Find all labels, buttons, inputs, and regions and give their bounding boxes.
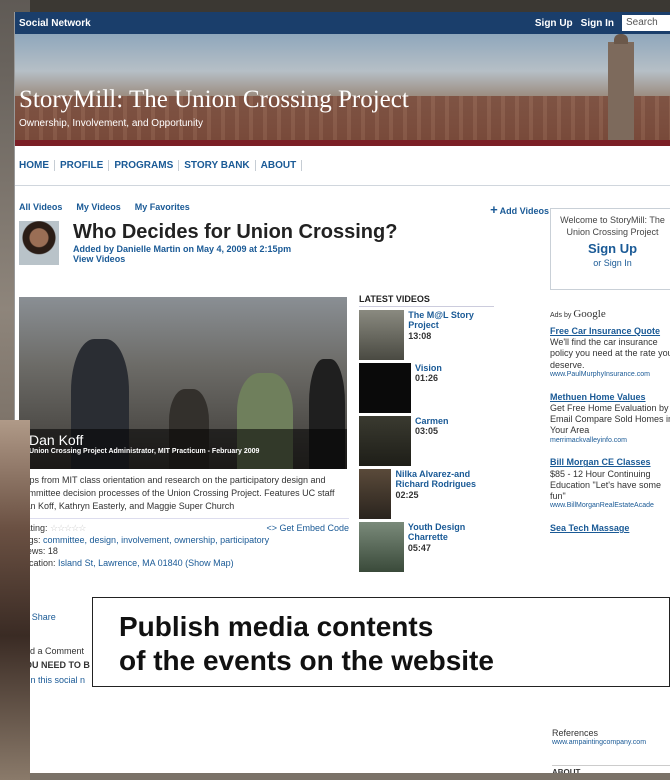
nav-profile[interactable]: PROFILE — [55, 160, 110, 171]
top-bar: Social Network Sign Up Sign In Search — [15, 12, 670, 34]
ad-text: $85 - 12 Hour Continuing Education "Let'… — [550, 468, 661, 502]
video-thumbnail[interactable] — [359, 310, 405, 360]
nav-story-bank[interactable]: STORY BANK — [179, 160, 256, 171]
ads-section: Ads by Google Free Car Insurance Quote W… — [550, 308, 670, 534]
show-map-link[interactable]: (Show Map) — [185, 558, 234, 568]
ad-headline[interactable]: Methuen Home Values — [550, 392, 670, 403]
latest-video-title[interactable]: Carmen — [415, 416, 449, 426]
latest-videos: LATEST VIDEOS The M@L Story Project 13:08… — [359, 294, 494, 575]
ad-tail-text: References — [552, 728, 599, 738]
sidebar-signup-link[interactable]: Sign Up — [551, 241, 670, 258]
video-thumbnail[interactable] — [359, 522, 404, 572]
video-subnav: All Videos My Videos My Favorites + Add V… — [19, 202, 549, 217]
video-caption: Dan Koff Union Crossing Project Administ… — [19, 429, 347, 469]
right-sidebar: Welcome to StoryMill: The Union Crossing… — [550, 202, 670, 546]
ad-item[interactable]: Free Car Insurance Quote We'll find the … — [550, 326, 670, 380]
share-label: Share — [31, 612, 56, 622]
my-favorites-link[interactable]: My Favorites — [135, 202, 190, 217]
network-label: Social Network — [19, 17, 91, 29]
latest-video-duration: 03:05 — [415, 426, 439, 437]
site-tagline: Ownership, Involvement, and Opportunity — [19, 118, 203, 129]
list-item[interactable]: The M@L Story Project 13:08 — [359, 310, 494, 362]
add-videos-label: Add Videos — [499, 206, 549, 216]
welcome-text: Welcome to StoryMill: The Union Crossing… — [560, 215, 665, 237]
latest-video-title[interactable]: Vision — [415, 363, 442, 373]
site-banner: StoryMill: The Union Crossing Project Ow… — [15, 34, 670, 146]
callout-line-2: of the events on the website — [119, 644, 494, 676]
ad-text: Get Free Home Evaluation by Email Compar… — [550, 402, 670, 436]
topbar-signup-link[interactable]: Sign Up — [535, 18, 573, 29]
main-nav: HOME PROFILE PROGRAMS STORY BANK ABOUT — [15, 146, 670, 186]
search-input[interactable]: Search — [622, 15, 670, 31]
video-thumbnail[interactable] — [359, 469, 392, 519]
latest-videos-heading: LATEST VIDEOS — [359, 294, 494, 307]
ad-text: We'll find the car insurance policy you … — [550, 337, 670, 370]
caption-name: Dan Koff — [29, 432, 84, 448]
ad-headline[interactable]: Sea Tech Massage — [550, 523, 670, 534]
ad-item[interactable]: Sea Tech Massage — [550, 523, 670, 534]
plus-icon: + — [490, 202, 498, 217]
rating-stars-icon[interactable]: ☆☆☆☆☆ — [50, 523, 86, 533]
avatar[interactable] — [19, 221, 59, 265]
ad-headline[interactable]: Bill Morgan CE Classes — [550, 457, 670, 468]
sidebar-signin-link[interactable]: or Sign In — [551, 258, 670, 270]
topbar-signin-link[interactable]: Sign In — [581, 18, 614, 29]
ad-tail: References www.ampaintingcompany.com — [552, 728, 646, 748]
welcome-box: Welcome to StoryMill: The Union Crossing… — [550, 208, 670, 290]
list-item[interactable]: Nilka Alvarez-and Richard Rodrigues 02:25 — [359, 469, 494, 521]
add-videos-link[interactable]: + Add Videos — [490, 202, 549, 217]
ad-headline[interactable]: Free Car Insurance Quote — [550, 326, 670, 337]
latest-video-title[interactable]: The M@L Story Project — [408, 310, 494, 331]
ad-url[interactable]: www.PaulMurphyInsurance.com — [550, 371, 670, 380]
nav-programs[interactable]: PROGRAMS — [109, 160, 180, 171]
video-header: Who Decides for Union Crossing? Added by… — [19, 221, 549, 265]
list-item[interactable]: Vision 01:26 — [359, 363, 494, 415]
latest-video-duration: 02:25 — [395, 489, 419, 500]
view-videos-link[interactable]: View Videos — [73, 254, 397, 264]
latest-video-title[interactable]: Youth Design Charrette — [408, 522, 494, 543]
nav-home[interactable]: HOME — [19, 160, 55, 171]
video-player[interactable]: Dan Koff Union Crossing Project Administ… — [19, 297, 347, 469]
callout-line-1: Publish media contents — [119, 611, 434, 642]
main-content: All Videos My Videos My Favorites + Add V… — [19, 202, 549, 685]
ad-url[interactable]: www.BillMorganRealEstateAcade — [550, 502, 670, 511]
ad-url[interactable]: merrimackvalleyinfo.com — [550, 437, 670, 446]
caption-role: Union Crossing Project Administrator, MI… — [29, 448, 260, 455]
event-photo — [0, 420, 30, 780]
nav-about[interactable]: ABOUT — [256, 160, 303, 171]
all-videos-link[interactable]: All Videos — [19, 202, 62, 217]
my-videos-link[interactable]: My Videos — [76, 202, 120, 217]
list-item[interactable]: Youth Design Charrette 05:47 — [359, 522, 494, 574]
sidebar-about-heading: ABOUT — [552, 765, 670, 773]
ad-item[interactable]: Methuen Home Values Get Free Home Evalua… — [550, 392, 670, 446]
video-thumbnail[interactable] — [359, 363, 411, 413]
video-title: Who Decides for Union Crossing? — [73, 221, 398, 243]
ads-by-google[interactable]: Ads by Google — [550, 308, 670, 322]
latest-video-duration: 05:47 — [407, 542, 431, 553]
latest-video-duration: 01:26 — [415, 373, 439, 384]
views-count: Views: 18 — [19, 546, 58, 557]
latest-video-duration: 13:08 — [408, 330, 432, 341]
clock-tower-image — [608, 34, 634, 140]
ads-by-label: Ads by — [550, 312, 572, 319]
latest-video-title[interactable]: Nilka Alvarez-and Richard Rodrigues — [395, 469, 494, 490]
list-item[interactable]: Carmen 03:05 — [359, 416, 494, 468]
ad-item[interactable]: Bill Morgan CE Classes $85 - 12 Hour Con… — [550, 457, 670, 511]
tag-links[interactable]: committee, design, involvement, ownershi… — [43, 535, 269, 545]
added-by-text[interactable]: Added by Danielle Martin on May 4, 2009 … — [73, 244, 397, 254]
google-logo: Google — [573, 308, 606, 320]
location-link[interactable]: Island St, Lawrence, MA 01840 — [58, 558, 183, 568]
ad-tail-url[interactable]: www.ampaintingcompany.com — [552, 739, 646, 748]
video-thumbnail[interactable] — [359, 416, 411, 466]
get-embed-code-link[interactable]: <> Get Embed Code — [266, 523, 349, 535]
video-meta: Rating: ☆☆☆☆☆ Tags: committee, design, i… — [19, 518, 349, 570]
video-description: Clips from MIT class orientation and res… — [19, 475, 335, 512]
annotation-callout: Publish media contents of the events on … — [92, 597, 670, 687]
site-title[interactable]: StoryMill: The Union Crossing Project — [19, 86, 409, 114]
